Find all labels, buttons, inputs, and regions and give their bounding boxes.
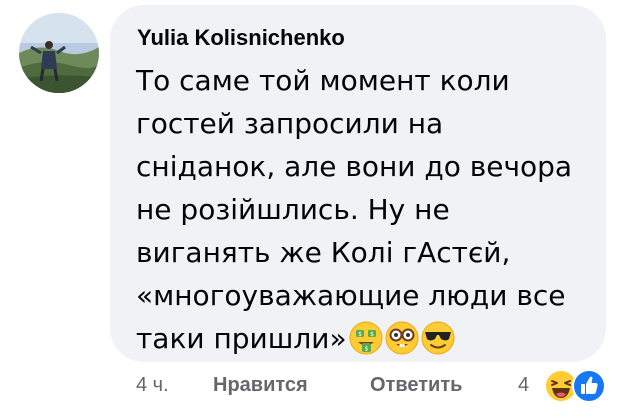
money-mouth-face-icon: $ $ $ bbox=[349, 321, 383, 355]
comment-timestamp[interactable]: 4 ч. bbox=[136, 374, 169, 397]
svg-text:$: $ bbox=[364, 346, 368, 353]
comment-line: виганять же Колі гАстєй, bbox=[136, 236, 511, 269]
comment-author[interactable]: Yulia Kolisnichenko bbox=[137, 25, 345, 51]
comment-line: сніданок, але вони до вечора bbox=[136, 150, 573, 183]
smiling-face-with-sunglasses-icon bbox=[421, 321, 455, 355]
svg-text:$: $ bbox=[358, 331, 362, 338]
like-button[interactable]: Нравится bbox=[213, 374, 308, 397]
comment: Yulia Kolisnichenko То саме той момент к… bbox=[0, 0, 634, 420]
comment-line: таки пришли» bbox=[136, 322, 347, 355]
comment-bubble: Yulia Kolisnichenko То саме той момент к… bbox=[110, 5, 606, 362]
comment-last-line: таки пришли» $ $ $ bbox=[136, 317, 596, 360]
comment-line: «многоуважающие люди все bbox=[136, 279, 566, 312]
reactions-summary[interactable]: 4 bbox=[518, 366, 628, 406]
like-reaction-icon bbox=[572, 369, 606, 403]
nerd-face-icon bbox=[385, 321, 419, 355]
comment-text: То саме той момент коли гостей запросили… bbox=[136, 59, 596, 360]
comment-line: гостей запросили на bbox=[136, 107, 444, 140]
reaction-count: 4 bbox=[518, 374, 530, 396]
avatar-photo bbox=[19, 13, 99, 93]
svg-text:$: $ bbox=[370, 331, 374, 338]
avatar[interactable] bbox=[19, 13, 99, 93]
reply-button[interactable]: Ответить bbox=[370, 374, 462, 397]
comment-line: То саме той момент коли bbox=[136, 64, 510, 97]
comment-line: не розійшлись. Ну не bbox=[136, 193, 450, 226]
